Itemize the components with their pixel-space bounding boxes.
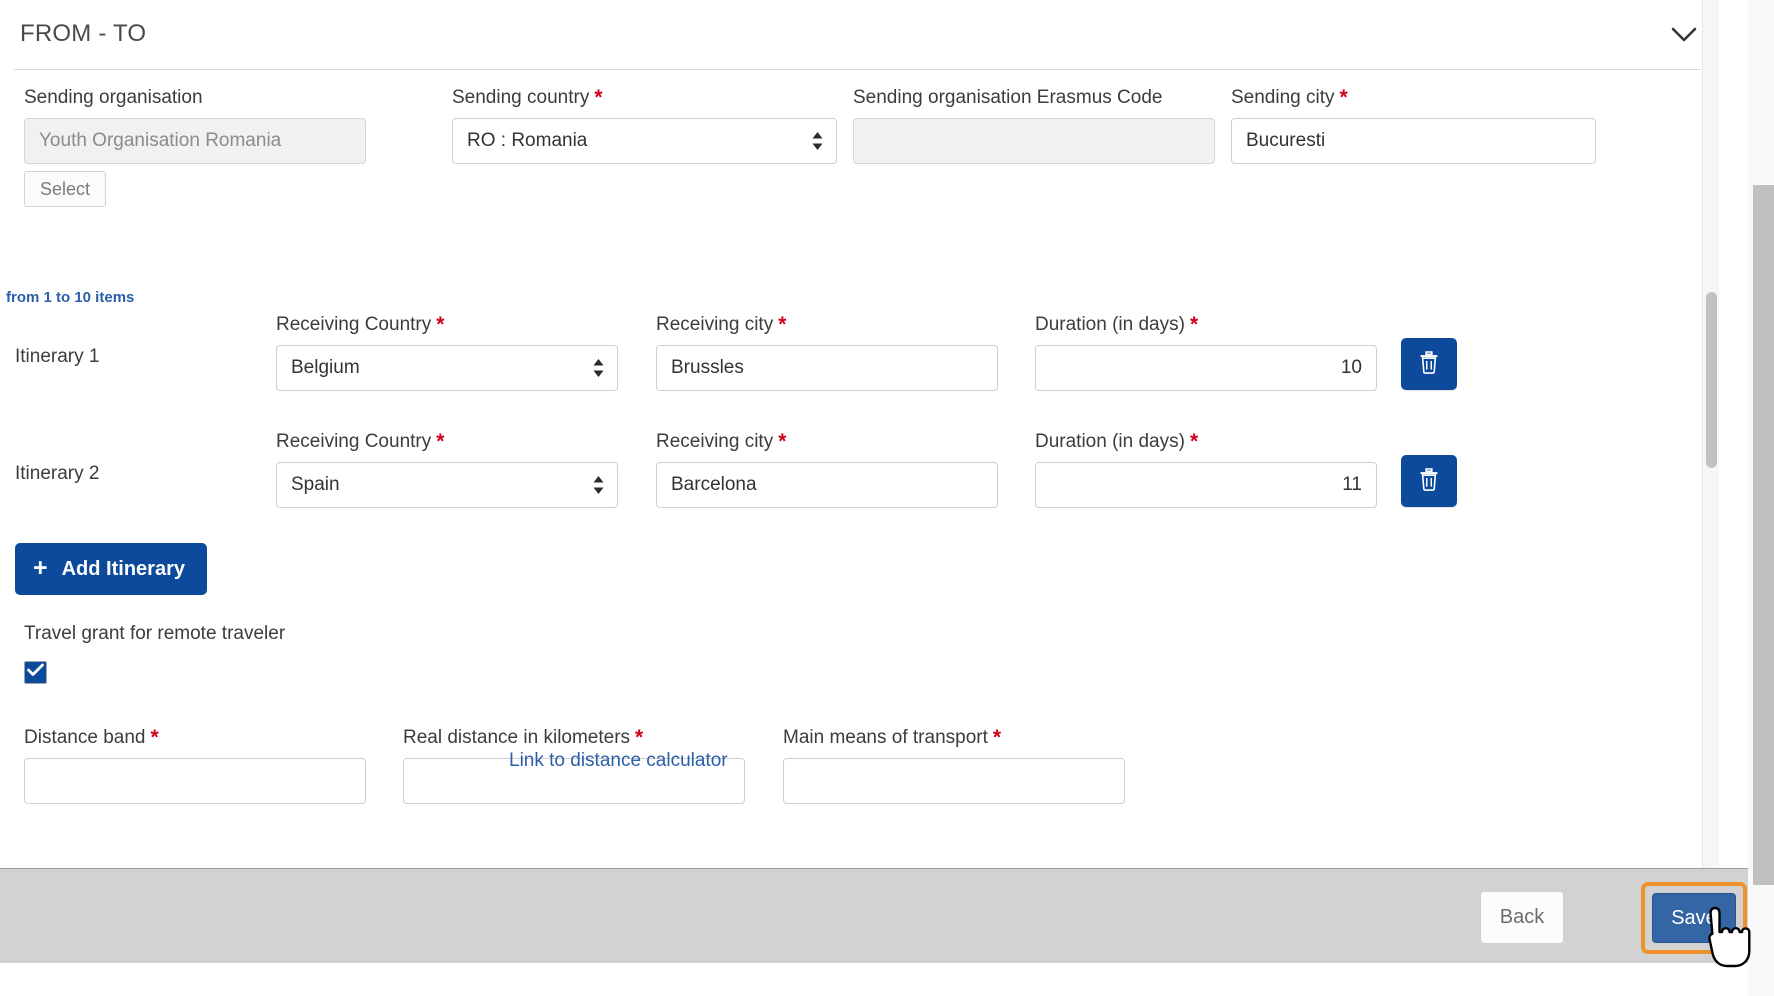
required-marker: *	[436, 430, 445, 454]
receiving-city-input[interactable]: Brussles	[656, 345, 998, 391]
receiving-country-select-wrapper: Spain	[276, 462, 618, 508]
itinerary-duration-cell: Duration (in days) * 10	[1035, 313, 1377, 391]
chevron-down-icon[interactable]	[1667, 18, 1701, 52]
sending-city-label: Sending city *	[1231, 86, 1348, 110]
required-marker: *	[594, 86, 603, 110]
sending-organisation-label: Sending organisation	[24, 87, 203, 108]
duration-input[interactable]: 10	[1035, 345, 1377, 391]
field-distance-band: Distance band *	[24, 726, 366, 804]
add-itinerary-label: Add Itinerary	[61, 557, 185, 580]
distance-band-select[interactable]	[24, 758, 366, 804]
sending-organisation-input[interactable]: Youth Organisation Romania	[24, 118, 366, 164]
required-marker: *	[778, 313, 787, 337]
sending-country-label: Sending country *	[452, 86, 603, 110]
field-sending-organisation: Sending organisation Youth Organisation …	[24, 86, 366, 207]
form-content-pane: FROM - TO Sending organisation Youth Org…	[0, 0, 1719, 868]
sending-erasmus-code-label: Sending organisation Erasmus Code	[853, 87, 1163, 108]
receiving-city-label: Receiving city *	[656, 430, 787, 454]
required-marker: *	[992, 726, 1002, 750]
itinerary-country-cell: Receiving Country * Belgium	[276, 313, 618, 391]
section-header: FROM - TO	[14, 0, 1701, 70]
distance-band-label: Distance band *	[24, 726, 159, 750]
travel-grant-label: Travel grant for remote traveler	[24, 623, 286, 644]
duration-label: Duration (in days) *	[1035, 313, 1199, 337]
receiving-city-input[interactable]: Barcelona	[656, 462, 998, 508]
required-marker: *	[635, 726, 644, 750]
items-counter: from 1 to 10 items	[6, 289, 135, 306]
itinerary-city-cell: Receiving city * Barcelona	[656, 430, 998, 508]
required-marker: *	[150, 726, 159, 750]
field-sending-city: Sending city * Bucuresti	[1231, 86, 1596, 164]
duration-label: Duration (in days) *	[1035, 430, 1199, 454]
required-marker: *	[778, 430, 787, 454]
field-sending-country: Sending country * RO : Romania	[452, 86, 837, 164]
delete-itinerary-button[interactable]	[1401, 455, 1457, 507]
distance-calculator-link[interactable]: Link to distance calculator	[509, 750, 728, 772]
page-scrollbar-thumb[interactable]	[1753, 185, 1774, 885]
travel-grant-checkbox[interactable]	[24, 661, 47, 684]
main-transport-select[interactable]	[783, 758, 1125, 804]
field-sending-erasmus-code: Sending organisation Erasmus Code	[853, 86, 1215, 164]
receiving-city-label: Receiving city *	[656, 313, 787, 337]
itinerary-label: Itinerary 1	[15, 346, 100, 367]
required-marker: *	[1189, 313, 1199, 337]
application-root: FROM - TO Sending organisation Youth Org…	[0, 0, 1774, 996]
required-marker: *	[1339, 86, 1348, 110]
inner-vertical-scrollbar[interactable]	[1702, 0, 1719, 868]
select-organisation-button[interactable]: Select	[24, 171, 107, 207]
itinerary-city-cell: Receiving city * Brussles	[656, 313, 998, 391]
duration-input[interactable]: 11	[1035, 462, 1377, 508]
form-action-bar: Back Save	[0, 868, 1748, 963]
main-transport-label: Main means of transport *	[783, 726, 1002, 750]
back-button[interactable]: Back	[1480, 891, 1564, 944]
trash-icon	[1419, 351, 1439, 377]
add-itinerary-button[interactable]: + Add Itinerary	[15, 543, 207, 595]
itinerary-label: Itinerary 2	[15, 463, 100, 484]
real-distance-label: Real distance in kilometers *	[403, 726, 644, 750]
page-title: FROM - TO	[20, 20, 147, 47]
trash-icon	[1419, 468, 1439, 494]
receiving-country-select[interactable]: Belgium	[276, 345, 618, 391]
page-vertical-scrollbar[interactable]	[1748, 0, 1774, 996]
required-marker: *	[436, 313, 445, 337]
plus-icon: +	[33, 553, 48, 582]
sending-country-select-wrapper: RO : Romania	[452, 118, 837, 164]
delete-itinerary-button[interactable]	[1401, 338, 1457, 390]
inner-scrollbar-thumb[interactable]	[1706, 292, 1717, 468]
check-icon	[27, 663, 44, 682]
itinerary-country-cell: Receiving Country * Spain	[276, 430, 618, 508]
sending-city-input[interactable]: Bucuresti	[1231, 118, 1596, 164]
receiving-country-select-wrapper: Belgium	[276, 345, 618, 391]
receiving-country-select[interactable]: Spain	[276, 462, 618, 508]
save-button[interactable]: Save	[1652, 893, 1736, 943]
sending-country-select[interactable]: RO : Romania	[452, 118, 837, 164]
receiving-country-label: Receiving Country *	[276, 430, 445, 454]
field-main-transport: Main means of transport *	[783, 726, 1125, 804]
required-marker: *	[1189, 430, 1199, 454]
itinerary-duration-cell: Duration (in days) * 11	[1035, 430, 1377, 508]
receiving-country-label: Receiving Country *	[276, 313, 445, 337]
sending-erasmus-code-input[interactable]	[853, 118, 1215, 164]
page-bottom-area	[0, 963, 1748, 996]
